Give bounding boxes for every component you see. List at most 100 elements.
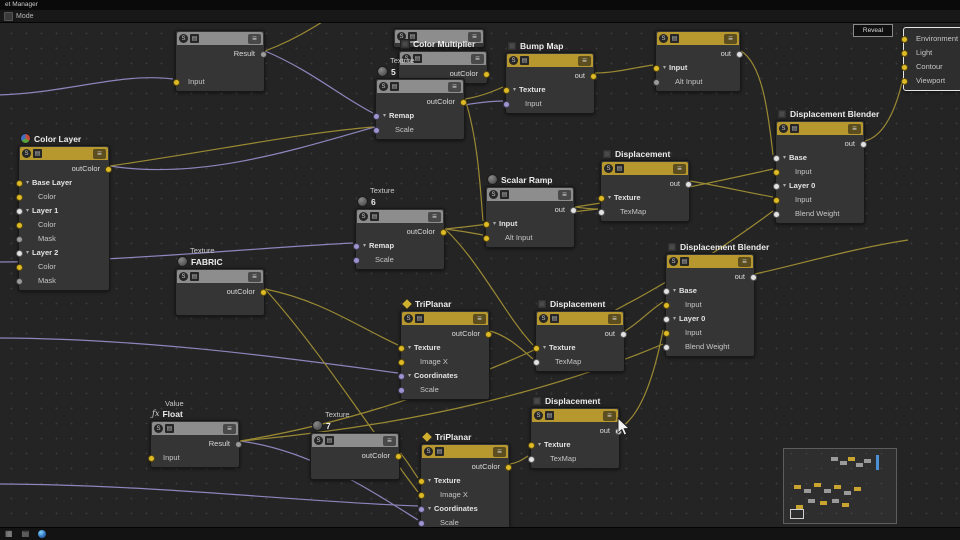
row-alt-input[interactable]: Alt Input xyxy=(653,74,740,88)
node-body[interactable]: S ▤ ≡ outColor ▾ Base Layer Color ▾ Layer 1 Color… xyxy=(16,145,112,291)
row-blend-weight[interactable]: Blend Weight xyxy=(773,206,864,220)
wire[interactable] xyxy=(574,206,599,210)
input-port[interactable] xyxy=(663,315,670,323)
row-out[interactable]: out xyxy=(656,46,743,60)
input-port[interactable] xyxy=(528,455,535,463)
expander-icon[interactable]: ▾ xyxy=(783,182,786,189)
row-contour[interactable]: Contour xyxy=(901,59,960,73)
input-port[interactable] xyxy=(16,179,23,187)
wire[interactable] xyxy=(109,126,374,167)
node-texture-fabric[interactable]: Texture FABRIC S ▤ ≡ outColor xyxy=(175,246,267,316)
expander-icon[interactable]: ▾ xyxy=(383,112,386,119)
input-port[interactable] xyxy=(901,49,908,57)
node-partial-top-right[interactable]: S ▤ ≡ out ▾ Input Alt Input xyxy=(653,30,743,92)
row-coordinates[interactable]: ▾ Coordinates xyxy=(418,501,509,515)
expander-icon[interactable]: ▾ xyxy=(608,194,611,201)
row-texture[interactable]: ▾ Texture xyxy=(598,190,689,204)
node-editor-canvas[interactable]: et Manager Mode S ▤ ≡ Color Multiplier S ▤ ≡ ou… xyxy=(0,0,960,540)
row-input[interactable]: Input xyxy=(503,96,594,110)
node-body[interactable]: S ▤ ≡ outColor xyxy=(175,268,267,316)
output-port[interactable] xyxy=(750,273,757,281)
expander-icon[interactable]: ▾ xyxy=(543,344,546,351)
wire[interactable] xyxy=(464,98,484,222)
node-body[interactable]: S ▤ ≡ Result Input xyxy=(173,30,267,92)
row-layer-2[interactable]: ▾ Layer 2 xyxy=(16,245,109,259)
input-port[interactable] xyxy=(353,242,360,250)
list-view-icon[interactable]: ▤ xyxy=(22,528,30,540)
row-alt-input[interactable]: Alt Input xyxy=(483,230,574,244)
row-result[interactable]: Result xyxy=(151,436,242,450)
input-port[interactable] xyxy=(398,358,405,366)
input-port[interactable] xyxy=(148,454,155,462)
input-port[interactable] xyxy=(398,372,405,380)
node-triplanar-1[interactable]: TriPlanar S ▤ ≡ outColor ▾ Texture Image X ▾ Coor… xyxy=(398,297,492,400)
row-outcolor[interactable]: outColor xyxy=(311,448,402,462)
row-out[interactable]: out xyxy=(666,269,757,283)
wire[interactable] xyxy=(754,239,909,275)
row-mask[interactable]: Mask xyxy=(16,273,109,287)
input-port[interactable] xyxy=(418,491,425,499)
wire[interactable] xyxy=(264,50,374,114)
input-port[interactable] xyxy=(503,86,510,94)
row-scale[interactable]: Scale xyxy=(353,252,444,266)
row-base[interactable]: ▾ Base xyxy=(663,283,754,297)
node-displacement-blender-1[interactable]: Displacement Blender S ▤ ≡ out ▾ Base Input ▾ Lay… xyxy=(773,109,879,224)
input-port[interactable] xyxy=(418,519,425,527)
row-viewport[interactable]: Viewport xyxy=(901,73,960,87)
input-port[interactable] xyxy=(773,168,780,176)
row-remap[interactable]: ▾ Remap xyxy=(353,238,444,252)
input-port[interactable] xyxy=(773,196,780,204)
row-scale[interactable]: Scale xyxy=(398,382,489,396)
input-port[interactable] xyxy=(533,358,540,366)
row-coordinates[interactable]: ▾ Coordinates xyxy=(398,368,489,382)
menu-icon[interactable]: ≡ xyxy=(471,53,484,64)
row-texmap[interactable]: TexMap xyxy=(533,354,624,368)
node-body[interactable]: S ▤ ≡ outColor ▾ Remap Scale xyxy=(373,78,467,140)
node-body[interactable]: S ▤ ≡ out ▾ Input Alt Input xyxy=(653,30,743,92)
row-blend-weight[interactable]: Blend Weight xyxy=(663,339,754,353)
wire[interactable] xyxy=(509,455,529,465)
world-browser-icon[interactable] xyxy=(38,530,47,538)
node-texture-6[interactable]: Texture 6 S ▤ ≡ outColor ▾ Remap Scale xyxy=(353,186,447,270)
output-port[interactable] xyxy=(485,330,492,338)
output-port[interactable] xyxy=(260,50,267,58)
output-port[interactable] xyxy=(235,440,242,448)
menu-icon[interactable]: ≡ xyxy=(673,163,686,174)
menu-icon[interactable]: ≡ xyxy=(248,33,261,44)
row-environment[interactable]: Environment xyxy=(901,31,960,45)
node-header[interactable]: S ▤ ≡ xyxy=(667,255,753,268)
input-port[interactable] xyxy=(173,78,180,86)
node-header[interactable]: S ▤ ≡ xyxy=(20,147,108,160)
row-input[interactable]: Input xyxy=(663,297,754,311)
row-result[interactable]: Result xyxy=(176,46,267,60)
node-body[interactable]: S ▤ ≡ outColor xyxy=(310,432,402,480)
output-port[interactable] xyxy=(460,98,467,106)
mode-label[interactable]: Mode xyxy=(16,13,34,20)
row-scale[interactable]: Scale xyxy=(373,122,464,136)
menu-icon[interactable]: ≡ xyxy=(93,148,106,159)
wire[interactable] xyxy=(0,337,399,374)
row-base-layer[interactable]: ▾ Base Layer xyxy=(16,175,109,189)
row-mask[interactable]: Mask xyxy=(16,231,109,245)
row-out[interactable]: out xyxy=(531,423,622,437)
menu-icon[interactable]: ≡ xyxy=(603,410,616,421)
node-header[interactable]: S ▤ ≡ xyxy=(402,312,488,325)
expander-icon[interactable]: ▾ xyxy=(363,242,366,249)
menu-icon[interactable]: ≡ xyxy=(578,55,591,66)
grid-view-icon[interactable]: ▦ xyxy=(5,528,13,540)
node-header[interactable]: S ▤ ≡ xyxy=(777,122,863,135)
row-layer-0[interactable]: ▾ Layer 0 xyxy=(773,178,864,192)
input-port[interactable] xyxy=(16,249,23,257)
menu-icon[interactable]: ≡ xyxy=(473,313,486,324)
row-remap[interactable]: ▾ Remap xyxy=(373,108,464,122)
node-texture-7[interactable]: Texture 7 S ▤ ≡ outColor xyxy=(310,410,402,480)
input-port[interactable] xyxy=(16,263,23,271)
node-render-outputs[interactable]: Environment Light Contour Viewport xyxy=(901,27,960,91)
expander-icon[interactable]: ▾ xyxy=(26,249,29,256)
row-out[interactable]: out xyxy=(536,326,627,340)
expander-icon[interactable]: ▾ xyxy=(663,64,666,71)
row-input[interactable]: Input xyxy=(773,164,864,178)
input-port[interactable] xyxy=(373,112,380,120)
node-body[interactable]: S ▤ ≡ outColor ▾ Texture Image X ▾ Coordinates Sc… xyxy=(398,310,492,400)
menu-icon[interactable]: ≡ xyxy=(848,123,861,134)
